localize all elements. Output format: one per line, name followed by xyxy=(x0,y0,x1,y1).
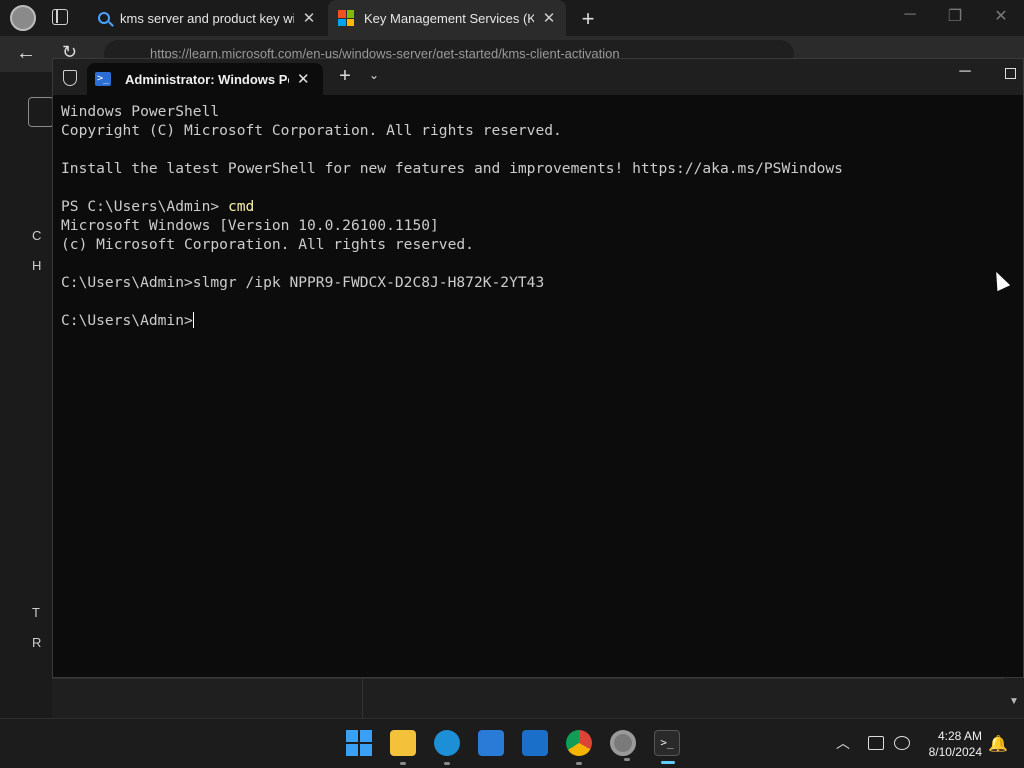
console-text: Windows PowerShell xyxy=(61,103,220,120)
shield-icon xyxy=(63,70,77,86)
close-icon[interactable]: ✕ xyxy=(302,9,316,27)
console-prompt: PS C:\Users\Admin> xyxy=(61,198,228,215)
microsoft-logo-icon xyxy=(338,10,354,26)
terminal-title-bar[interactable]: >_ Administrator: Windows PowerShell ✕ +… xyxy=(53,59,1023,95)
maximize-button[interactable] xyxy=(1005,68,1016,79)
browser-minimize-button[interactable]: ─ xyxy=(895,6,925,24)
taskbar: >_ ︿ 4:28 AM 8/10/2024 🔔 xyxy=(0,718,1024,768)
store-icon[interactable] xyxy=(478,730,504,756)
console-line: Windows PowerShell xyxy=(61,102,1011,121)
browser-tab-title: kms server and product key windows xyxy=(120,10,294,26)
console-text: Install the latest PowerShell for new fe… xyxy=(61,160,843,177)
new-tab-button[interactable]: + xyxy=(335,65,355,88)
page-sidebar xyxy=(0,72,52,718)
sidebar-item-label[interactable]: H xyxy=(32,258,41,273)
console-line: C:\Users\Admin> xyxy=(61,311,1011,330)
edge-icon[interactable] xyxy=(434,730,460,765)
browser-tab-title: Key Management Services (KMS) client act… xyxy=(364,10,534,26)
console-command: cmd xyxy=(227,198,255,215)
close-icon[interactable]: ✕ xyxy=(542,9,556,27)
scroll-down-icon[interactable]: ▼ xyxy=(1009,696,1019,707)
console-line: Copyright (C) Microsoft Corporation. All… xyxy=(61,121,1011,140)
console-line: Install the latest PowerShell for new fe… xyxy=(61,159,1011,178)
text-cursor xyxy=(192,312,194,328)
time-text: 4:28 AM xyxy=(937,729,982,743)
console-text: C:\Users\Admin>slmgr /ipk NPPR9-FWDCX-D2… xyxy=(61,274,545,291)
new-tab-button[interactable]: + xyxy=(576,6,600,32)
profile-avatar[interactable] xyxy=(10,5,36,31)
gear-icon[interactable] xyxy=(610,730,636,761)
browser-restore-button[interactable]: ❐ xyxy=(940,6,970,26)
terminal-window[interactable]: >_ Administrator: Windows PowerShell ✕ +… xyxy=(52,58,1024,678)
date-text: 8/10/2024 xyxy=(928,745,982,759)
chrome-icon[interactable] xyxy=(566,730,592,765)
filter-icon[interactable] xyxy=(28,97,54,127)
terminal-tab-title: Administrator: Windows PowerShell xyxy=(125,71,289,87)
chevron-down-icon[interactable]: ⌄ xyxy=(367,68,381,82)
console-text: C:\Users\Admin> xyxy=(61,312,193,329)
page-content-area xyxy=(52,678,1024,719)
console-line: Microsoft Windows [Version 10.0.26100.11… xyxy=(61,216,1011,235)
browser-close-button[interactable]: ✕ xyxy=(986,6,1016,26)
terminal-tab[interactable]: >_ Administrator: Windows PowerShell ✕ xyxy=(87,63,323,95)
outlook-icon[interactable] xyxy=(522,730,548,756)
console-text: Copyright (C) Microsoft Corporation. All… xyxy=(61,122,562,139)
console-output[interactable]: Windows PowerShell Copyright (C) Microsof… xyxy=(61,102,1011,330)
console-text: Microsoft Windows [Version 10.0.26100.11… xyxy=(61,217,439,234)
volume-muted-icon[interactable] xyxy=(894,736,910,750)
chevron-up-icon[interactable]: ︿ xyxy=(836,733,850,753)
console-line: (c) Microsoft Corporation. All rights re… xyxy=(61,235,1011,254)
search-icon xyxy=(98,12,110,24)
console-line: PS C:\Users\Admin> cmd xyxy=(61,197,1011,216)
sidebar-item-label[interactable]: T xyxy=(32,605,40,620)
browser-tab-bar: kms server and product key windows ✕ Key… xyxy=(0,0,1024,36)
start-button[interactable] xyxy=(346,730,372,756)
back-arrow-icon[interactable]: ← xyxy=(16,42,36,65)
sidebar-item-label[interactable]: C xyxy=(32,228,41,243)
powershell-icon: >_ xyxy=(95,72,111,86)
scrollbar[interactable]: ▼ xyxy=(1004,678,1024,718)
minimize-button[interactable]: ─ xyxy=(953,63,977,81)
browser-tab-kms[interactable]: Key Management Services (KMS) client act… xyxy=(328,0,566,36)
close-icon[interactable]: ✕ xyxy=(297,70,310,88)
folder-icon[interactable] xyxy=(390,730,416,765)
clock[interactable]: 4:28 AM 8/10/2024 xyxy=(920,728,982,760)
notification-bell-icon[interactable]: 🔔 xyxy=(988,734,1008,754)
tab-actions-icon[interactable] xyxy=(52,9,68,25)
console-line: C:\Users\Admin>slmgr /ipk NPPR9-FWDCX-D2… xyxy=(61,273,1011,292)
browser-tab-search[interactable]: kms server and product key windows ✕ xyxy=(88,0,326,36)
sidebar-item-label[interactable]: R xyxy=(32,635,41,650)
network-icon[interactable] xyxy=(868,736,884,750)
terminal-icon[interactable]: >_ xyxy=(654,730,680,764)
divider xyxy=(362,679,363,719)
console-text: (c) Microsoft Corporation. All rights re… xyxy=(61,236,474,253)
